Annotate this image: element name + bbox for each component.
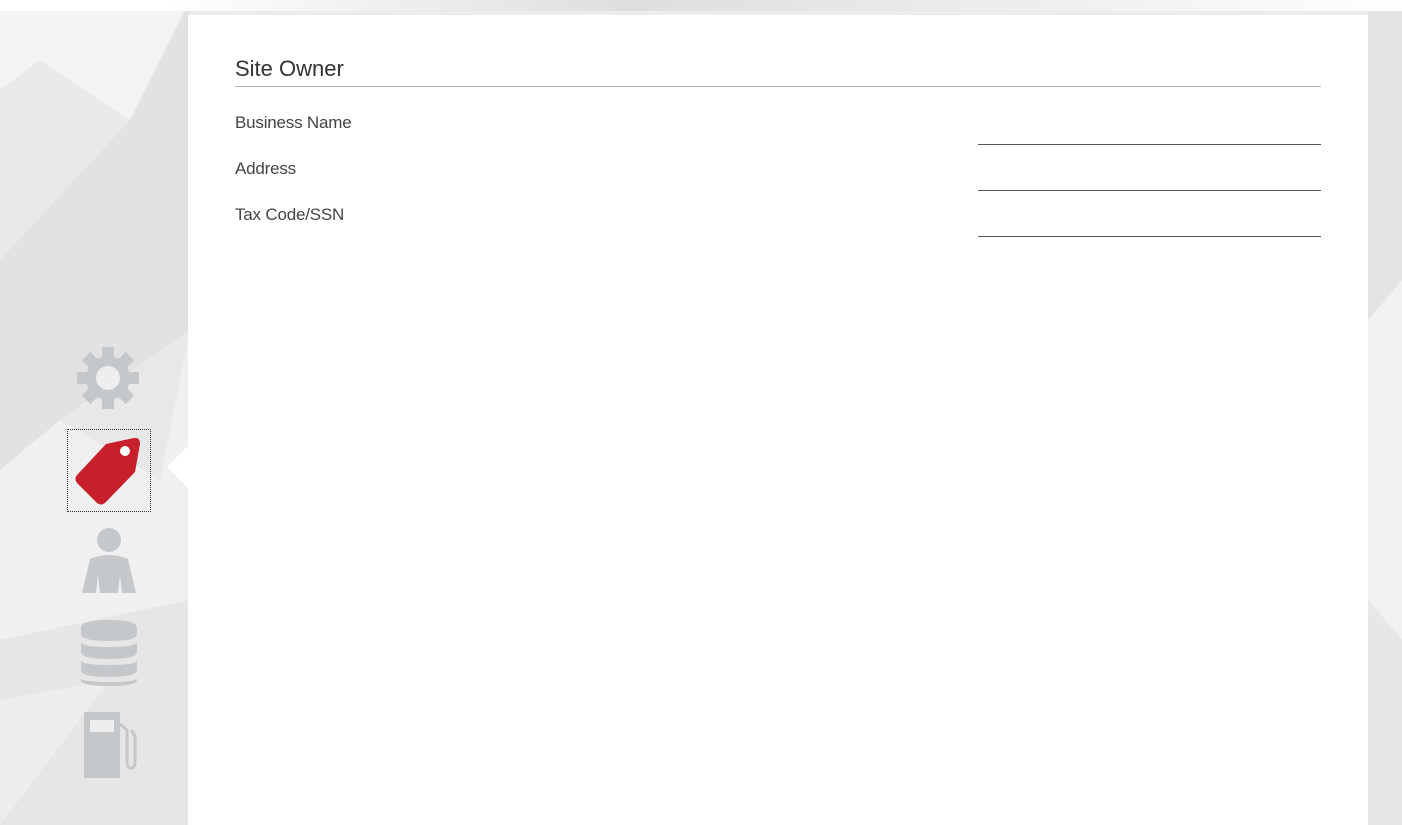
database-icon [81,620,137,686]
tax-code-label: Tax Code/SSN [235,205,345,224]
address-row: Address [235,159,1321,193]
business-name-input[interactable] [978,115,1321,145]
sidebar-item-settings[interactable] [75,345,141,411]
sidebar-item-database[interactable] [80,620,138,686]
tax-code-input[interactable] [978,207,1321,237]
sidebar-item-tag[interactable] [67,429,151,512]
fuel-pump-icon [84,712,137,778]
top-strip [0,0,1402,11]
user-icon [82,528,136,593]
section-title: Site Owner [235,56,1321,87]
business-name-label: Business Name [235,113,352,132]
tax-code-row: Tax Code/SSN [235,205,1321,239]
business-name-row: Business Name [235,113,1321,147]
sidebar-item-fuel[interactable] [80,710,138,778]
gear-icon [77,347,139,409]
address-label: Address [235,159,296,178]
form-panel: Site Owner Business Name Address Tax Cod… [188,15,1368,825]
address-input[interactable] [978,161,1321,191]
tag-icon [75,437,140,505]
active-tab-pointer [167,446,188,488]
sidebar-item-user[interactable] [80,527,138,594]
